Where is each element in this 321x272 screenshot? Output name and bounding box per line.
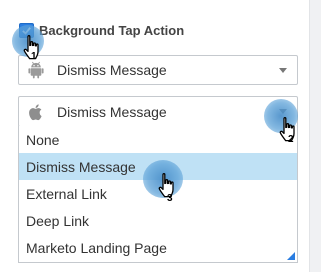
dropdown-option-marketo-landing-page[interactable]: Marketo Landing Page: [19, 234, 297, 261]
android-icon: [27, 60, 45, 80]
chevron-down-icon[interactable]: [279, 68, 287, 73]
step-number-3: 3: [167, 193, 173, 204]
resize-handle-icon[interactable]: [287, 252, 295, 260]
ios-select-value: Dismiss Message: [57, 103, 167, 120]
apple-icon: [27, 102, 45, 122]
dropdown-option-deep-link[interactable]: Deep Link: [19, 207, 297, 234]
right-panel-edge: [309, 0, 321, 272]
step-number-1: 1: [31, 51, 37, 62]
android-select-value: Dismiss Message: [57, 62, 167, 78]
dropdown-option-none[interactable]: None: [19, 126, 297, 153]
ios-action-select[interactable]: Dismiss Message: [18, 96, 298, 127]
android-action-select[interactable]: Dismiss Message: [18, 55, 298, 85]
step-number-2: 2: [288, 134, 294, 145]
background-tap-action-label: Background Tap Action: [39, 22, 185, 38]
